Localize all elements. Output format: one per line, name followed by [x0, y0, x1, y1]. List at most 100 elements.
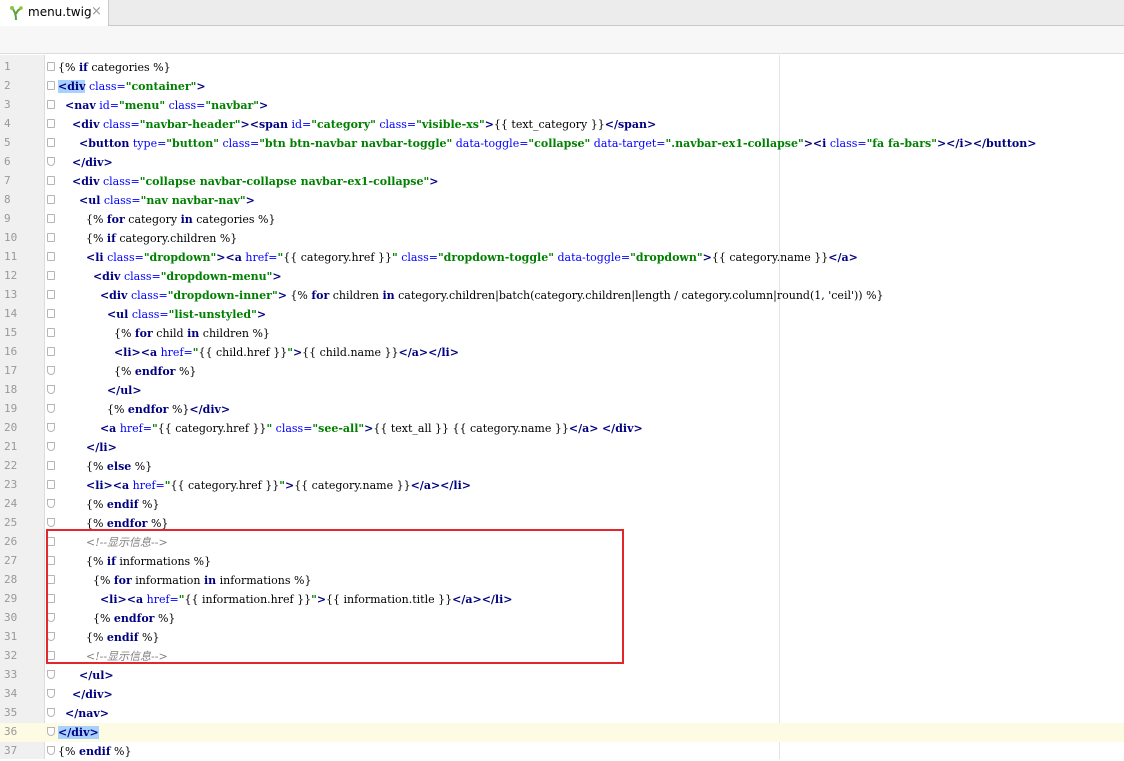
code-line[interactable]: 14 <ul class="list-unstyled">	[0, 305, 1124, 324]
line-number: 19	[4, 402, 18, 415]
fold-marker[interactable]	[47, 556, 55, 565]
code-line[interactable]: 27 {% if informations %}	[0, 552, 1124, 571]
code-line[interactable]: 33 </ul>	[0, 666, 1124, 685]
fold-marker[interactable]	[47, 537, 55, 546]
line-number: 20	[4, 421, 18, 434]
code-line[interactable]: 26 <!--显示信息-->	[0, 533, 1124, 552]
code-text: {% endif %}	[58, 745, 132, 758]
code-line[interactable]: 9 {% for category in categories %}	[0, 210, 1124, 229]
fold-marker[interactable]	[47, 252, 55, 261]
code-line[interactable]: 34 </div>	[0, 685, 1124, 704]
code-text: {% if categories %}	[58, 61, 171, 74]
fold-end-marker[interactable]	[47, 708, 55, 717]
fold-marker[interactable]	[47, 309, 55, 318]
fold-marker[interactable]	[47, 651, 55, 660]
tab-close-icon[interactable]: ×	[91, 4, 102, 19]
line-number: 32	[4, 649, 18, 662]
line-number: 6	[4, 155, 11, 168]
code-text: {% if category.children %}	[58, 232, 238, 245]
code-text: <div class="dropdown-menu">	[92, 270, 282, 283]
code-line[interactable]: 11 <li class="dropdown"><a href="{{ cate…	[0, 248, 1124, 267]
code-line[interactable]: 1 {% if categories %}	[0, 58, 1124, 77]
code-line[interactable]: 7 <div class="collapse navbar-collapse n…	[0, 172, 1124, 191]
fold-end-marker[interactable]	[47, 499, 55, 508]
code-line[interactable]: 24 {% endif %}	[0, 495, 1124, 514]
code-line[interactable]: 25 {% endfor %}	[0, 514, 1124, 533]
code-line[interactable]: 37 {% endif %}	[0, 742, 1124, 761]
line-number: 23	[4, 478, 18, 491]
fold-marker[interactable]	[47, 100, 55, 109]
fold-end-marker[interactable]	[47, 442, 55, 451]
code-line[interactable]: 12 <div class="dropdown-menu">	[0, 267, 1124, 286]
line-number: 24	[4, 497, 18, 510]
fold-end-marker[interactable]	[47, 157, 55, 166]
line-number: 22	[4, 459, 18, 472]
fold-end-marker[interactable]	[47, 670, 55, 679]
fold-marker[interactable]	[47, 214, 55, 223]
code-line[interactable]: 6 </div>	[0, 153, 1124, 172]
code-line[interactable]: 23 <li><a href="{{ category.href }}">{{ …	[0, 476, 1124, 495]
fold-marker[interactable]	[47, 62, 55, 71]
fold-marker[interactable]	[47, 119, 55, 128]
code-line[interactable]: 31 {% endif %}	[0, 628, 1124, 647]
fold-marker[interactable]	[47, 138, 55, 147]
fold-marker[interactable]	[47, 480, 55, 489]
tab-title: menu.twig	[28, 5, 92, 19]
line-number: 28	[4, 573, 18, 586]
fold-marker[interactable]	[47, 575, 55, 584]
code-line[interactable]: 28 {% for information in informations %}	[0, 571, 1124, 590]
code-line[interactable]: 13 <div class="dropdown-inner"> {% for c…	[0, 286, 1124, 305]
code-line[interactable]: 5 <button type="button" class="btn btn-n…	[0, 134, 1124, 153]
code-text: <ul class="nav navbar-nav">	[78, 194, 255, 207]
code-text: {% endfor %}	[58, 517, 169, 530]
line-number: 5	[4, 136, 11, 149]
code-line[interactable]: 36 </div>	[0, 723, 1124, 742]
fold-marker[interactable]	[47, 347, 55, 356]
code-line[interactable]: 21 </li>	[0, 438, 1124, 457]
code-line[interactable]: 4 <div class="navbar-header"><span id="c…	[0, 115, 1124, 134]
code-text: </li>	[85, 441, 117, 454]
line-number: 14	[4, 307, 18, 320]
code-line[interactable]: 30 {% endfor %}	[0, 609, 1124, 628]
code-line[interactable]: 16 <li><a href="{{ child.href }}">{{ chi…	[0, 343, 1124, 362]
code-text: <li><a href="{{ child.href }}">{{ child.…	[113, 346, 459, 359]
fold-end-marker[interactable]	[47, 366, 55, 375]
fold-marker[interactable]	[47, 195, 55, 204]
code-line[interactable]: 8 <ul class="nav navbar-nav">	[0, 191, 1124, 210]
fold-marker[interactable]	[47, 461, 55, 470]
code-line[interactable]: 10 {% if category.children %}	[0, 229, 1124, 248]
code-text: <!--显示信息-->	[85, 536, 168, 549]
fold-end-marker[interactable]	[47, 632, 55, 641]
fold-end-marker[interactable]	[47, 423, 55, 432]
fold-end-marker[interactable]	[47, 613, 55, 622]
fold-end-marker[interactable]	[47, 404, 55, 413]
fold-end-marker[interactable]	[47, 689, 55, 698]
code-line[interactable]: 19 {% endfor %}</div>	[0, 400, 1124, 419]
fold-end-marker[interactable]	[47, 385, 55, 394]
code-text: {% if informations %}	[58, 555, 212, 568]
code-line[interactable]: 35 </nav>	[0, 704, 1124, 723]
code-editor[interactable]: 1 {% if categories %} 2 <div class="contain…	[0, 55, 1124, 759]
fold-end-marker[interactable]	[47, 746, 55, 755]
code-line[interactable]: 32 <!--显示信息-->	[0, 647, 1124, 666]
code-line[interactable]: 18 </ul>	[0, 381, 1124, 400]
code-line[interactable]: 17 {% endfor %}	[0, 362, 1124, 381]
code-line[interactable]: 22 {% else %}	[0, 457, 1124, 476]
fold-end-marker[interactable]	[47, 727, 55, 736]
code-text: {% endfor %}</div>	[58, 403, 231, 416]
code-line[interactable]: 29 <li><a href="{{ information.href }}">…	[0, 590, 1124, 609]
editor-breadcrumb-strip	[0, 26, 1124, 54]
fold-marker[interactable]	[47, 290, 55, 299]
fold-marker[interactable]	[47, 233, 55, 242]
code-line[interactable]: 20 <a href="{{ category.href }}" class="…	[0, 419, 1124, 438]
code-line[interactable]: 2 <div class="container">	[0, 77, 1124, 96]
code-line[interactable]: 15 {% for child in children %}	[0, 324, 1124, 343]
fold-marker[interactable]	[47, 271, 55, 280]
fold-marker[interactable]	[47, 81, 55, 90]
fold-end-marker[interactable]	[47, 518, 55, 527]
tab-menu-twig[interactable]: menu.twig ×	[0, 0, 109, 26]
fold-marker[interactable]	[47, 176, 55, 185]
fold-marker[interactable]	[47, 594, 55, 603]
fold-marker[interactable]	[47, 328, 55, 337]
code-line[interactable]: 3 <nav id="menu" class="navbar">	[0, 96, 1124, 115]
